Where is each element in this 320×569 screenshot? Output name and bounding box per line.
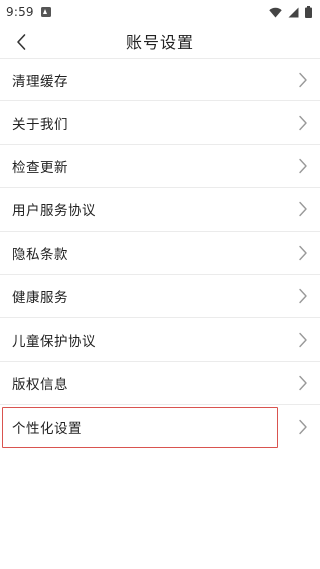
menu-item-label: 用户服务协议 [12,203,96,220]
menu-item-personalization[interactable]: 个性化设置 [0,405,320,448]
back-button[interactable] [8,29,34,55]
chevron-right-icon [299,72,307,87]
chevron-right-icon [299,202,307,217]
settings-menu-list: 清理缓存 关于我们 检查更新 用户服务协议 隐私条款 健康服务 儿童保护协议 版… [0,58,320,449]
menu-item-label: 隐私条款 [12,246,68,263]
menu-item-child-protection[interactable]: 儿童保护协议 [0,318,320,362]
nav-bar: 账号设置 [0,24,320,58]
page-title: 账号设置 [125,33,194,52]
menu-item-user-agreement[interactable]: 用户服务协议 [0,188,320,232]
notification-icon [40,7,51,17]
menu-item-label: 检查更新 [12,159,68,176]
menu-item-label: 儿童保护协议 [12,333,96,350]
menu-item-label: 清理缓存 [12,73,68,90]
menu-item-label: 关于我们 [12,116,68,133]
chevron-right-icon [299,419,307,435]
chevron-left-icon [17,34,26,50]
menu-item-copyright[interactable]: 版权信息 [0,362,320,406]
battery-icon [305,6,312,18]
chevron-right-icon [299,288,307,304]
status-time: 9:59 [6,5,34,19]
menu-item-check-update[interactable]: 检查更新 [0,145,320,189]
menu-item-about-us[interactable]: 关于我们 [0,101,320,145]
signal-icon [288,7,299,17]
status-right [269,6,312,18]
chevron-right-icon [299,332,307,347]
menu-item-clear-cache[interactable]: 清理缓存 [0,58,320,102]
chevron-right-icon [299,245,307,260]
status-left: 9:59 [6,5,51,19]
chevron-right-icon [299,115,307,130]
wifi-icon [269,7,282,17]
chevron-right-icon [299,158,307,174]
menu-item-label: 健康服务 [12,290,68,307]
menu-item-label: 个性化设置 [12,420,82,437]
menu-item-label: 版权信息 [12,376,68,393]
chevron-right-icon [299,375,307,391]
menu-item-health-service[interactable]: 健康服务 [0,275,320,319]
status-bar: 9:59 [0,0,320,24]
menu-item-privacy-terms[interactable]: 隐私条款 [0,232,320,275]
